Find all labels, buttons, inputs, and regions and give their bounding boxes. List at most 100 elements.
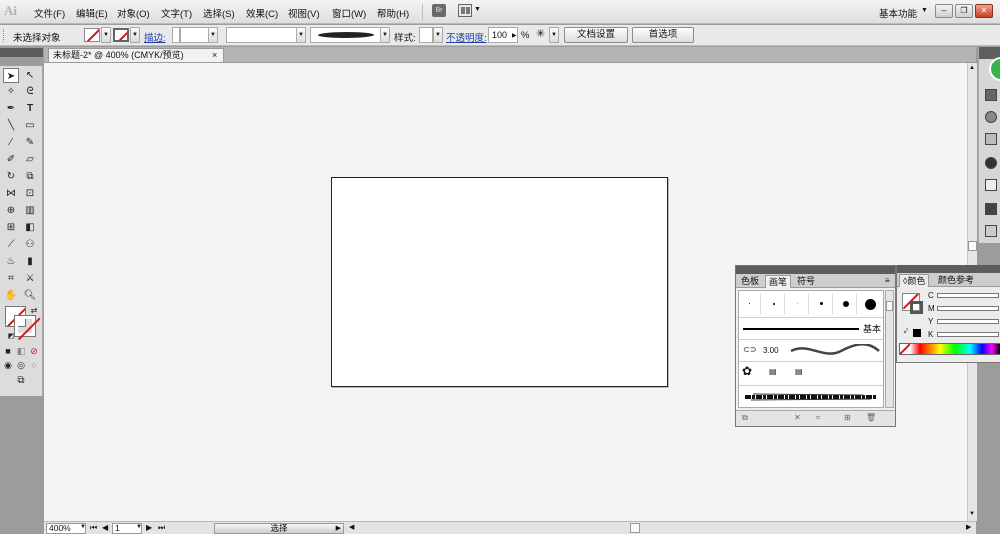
paintbrush-tool-icon[interactable]: ⁄ — [3, 135, 19, 150]
scroll-right-icon[interactable]: ▶ — [966, 523, 971, 531]
brush-options-icon[interactable]: ≈ — [816, 413, 820, 422]
zoom-tool-icon[interactable]: 🔍︎ — [22, 288, 38, 303]
new-brush-icon[interactable]: ⊞ — [844, 413, 851, 422]
column-graph-tool-icon[interactable]: ▮ — [22, 254, 38, 269]
chevron-down-icon[interactable]: ▼ — [130, 27, 140, 43]
channel-y-slider[interactable] — [937, 319, 999, 324]
tools-panel-header[interactable] — [0, 48, 43, 57]
rectangle-tool-icon[interactable]: ▭ — [22, 118, 38, 133]
recolor-artwork-icon[interactable]: ✳ — [536, 27, 545, 40]
rotate-tool-icon[interactable]: ↻ — [3, 169, 19, 184]
menu-select[interactable]: 选择(S) — [203, 6, 235, 20]
free-transform-tool-icon[interactable]: ⊡ — [22, 186, 38, 201]
grip-handle[interactable] — [3, 29, 6, 42]
none-color-icon[interactable] — [900, 344, 910, 354]
brush-dot-6[interactable] — [859, 293, 881, 315]
arrange-documents-icon[interactable] — [458, 4, 472, 17]
workspace-switcher[interactable]: 基本功能 — [879, 6, 917, 20]
line-tool-icon[interactable]: ╲ — [3, 118, 19, 133]
eraser-tool-icon[interactable]: ▱ — [22, 152, 38, 167]
document-tab[interactable]: 未标题-2* @ 400% (CMYK/预览) × — [48, 48, 224, 62]
brush-dot-5[interactable] — [835, 293, 857, 315]
status-tool-indicator[interactable]: 选择 ▶ — [214, 523, 344, 534]
chevron-down-icon[interactable]: ▼ — [380, 27, 390, 43]
scroll-left-icon[interactable]: ◀ — [349, 523, 354, 531]
color-guide-badge-icon[interactable] — [989, 57, 1000, 81]
perspective-grid-tool-icon[interactable]: ▥ — [22, 203, 38, 218]
type-tool-icon[interactable]: T — [22, 101, 38, 116]
next-page-icon[interactable]: ▶ — [146, 523, 152, 532]
draw-inside-icon[interactable]: ○ — [28, 358, 40, 373]
chevron-down-icon[interactable]: ▼ — [921, 7, 928, 14]
artboards-panel-icon[interactable] — [985, 225, 997, 237]
variable-width-select[interactable] — [226, 27, 298, 43]
mesh-tool-icon[interactable]: ⊞ — [3, 220, 19, 235]
menu-file[interactable]: 文件(F) — [34, 6, 65, 20]
menu-effect[interactable]: 效果(C) — [246, 6, 278, 20]
eyedropper-tool-icon[interactable]: ⟋ — [3, 237, 19, 252]
first-page-icon[interactable]: ⏮ — [90, 523, 97, 533]
slice-tool-icon[interactable]: ⚔ — [22, 271, 38, 286]
channel-k-slider[interactable] — [937, 332, 999, 337]
scroll-thumb[interactable] — [886, 301, 893, 311]
screen-mode-icon[interactable]: ⧉ — [12, 373, 30, 388]
chevron-down-icon[interactable]: ▼ — [474, 6, 481, 13]
artboard-tool-icon[interactable]: ⌗ — [3, 271, 19, 286]
panel-header[interactable] — [736, 266, 895, 274]
shape-builder-tool-icon[interactable]: ⊕ — [3, 203, 19, 218]
gradient-mode-icon[interactable]: ◧ — [15, 344, 27, 359]
previous-page-icon[interactable]: ◀ — [102, 523, 108, 532]
scroll-down-icon[interactable]: ▼ — [969, 511, 975, 517]
opacity-label[interactable]: 不透明度: — [446, 30, 487, 44]
channel-m-slider[interactable] — [937, 306, 999, 311]
chevron-down-icon[interactable]: ▼ — [136, 524, 142, 530]
stroke-color-swatch[interactable] — [910, 301, 923, 314]
layers-panel-icon[interactable] — [985, 203, 997, 215]
fill-swatch[interactable] — [84, 28, 100, 42]
selection-tool-icon[interactable]: ➤ — [3, 68, 19, 83]
close-button[interactable]: ✕ — [975, 4, 993, 18]
graphic-styles-panel-icon[interactable] — [985, 179, 997, 191]
brush-dot-3[interactable] — [787, 293, 809, 315]
scroll-up-icon[interactable]: ▲ — [969, 65, 975, 71]
calligraphic-brush-row[interactable]: ⊂⊃ 3.00 — [739, 339, 883, 361]
none-swatch-icon[interactable]: ⤦ — [904, 328, 908, 336]
menu-help[interactable]: 帮助(H) — [377, 6, 409, 20]
symbol-sprayer-tool-icon[interactable]: ♨ — [3, 254, 19, 269]
magic-wand-tool-icon[interactable]: ✧ — [3, 84, 19, 99]
horizontal-scroll-thumb[interactable] — [630, 523, 640, 533]
pattern-brush-row[interactable]: ✿ ▤ ▤ — [739, 361, 883, 385]
blob-brush-tool-icon[interactable]: ✐ — [3, 152, 19, 167]
scroll-thumb[interactable] — [968, 241, 977, 251]
tab-brushes[interactable]: 画笔 — [765, 275, 792, 288]
art-brush-row[interactable] — [739, 385, 883, 407]
chevron-down-icon[interactable]: ▼ — [101, 27, 111, 43]
blend-tool-icon[interactable]: ⚇ — [22, 237, 38, 252]
color-spectrum[interactable] — [899, 343, 1000, 355]
none-mode-icon[interactable]: ⊘ — [28, 344, 40, 359]
last-page-icon[interactable]: ⏭ — [158, 523, 165, 533]
hand-tool-icon[interactable]: ✋ — [3, 288, 19, 303]
swap-fill-stroke-icon[interactable]: ⇄ — [26, 303, 42, 318]
minimize-button[interactable]: – — [935, 4, 953, 18]
brush-dot-1[interactable] — [739, 293, 761, 315]
brush-list-scrollbar[interactable] — [885, 290, 894, 408]
menu-edit[interactable]: 编辑(E) — [76, 6, 108, 20]
chevron-down-icon[interactable]: ▼ — [549, 27, 559, 43]
tab-symbols[interactable]: 符号 — [794, 275, 818, 288]
draw-normal-icon[interactable]: ◉ — [2, 358, 14, 373]
gradient-tool-icon[interactable]: ◧ — [22, 220, 38, 235]
chevron-right-icon[interactable]: ▶ — [512, 32, 517, 39]
brush-libraries-icon[interactable]: ⧉ — [742, 413, 748, 423]
direct-selection-tool-icon[interactable]: ↖ — [22, 68, 38, 83]
scale-tool-icon[interactable]: ⧉ — [22, 169, 38, 184]
restore-button[interactable]: ❐ — [955, 4, 973, 18]
chevron-down-icon[interactable]: ▼ — [80, 524, 86, 530]
tab-swatches[interactable]: 色板 — [738, 275, 762, 288]
black-swatch[interactable] — [913, 329, 921, 337]
channel-c-slider[interactable] — [937, 293, 999, 298]
stroke-label[interactable]: 描边: — [144, 30, 166, 44]
appearance-panel-icon[interactable] — [985, 157, 997, 169]
color-panel-icon[interactable] — [985, 89, 997, 101]
tab-color-guide[interactable]: 颜色参考 — [935, 274, 977, 287]
